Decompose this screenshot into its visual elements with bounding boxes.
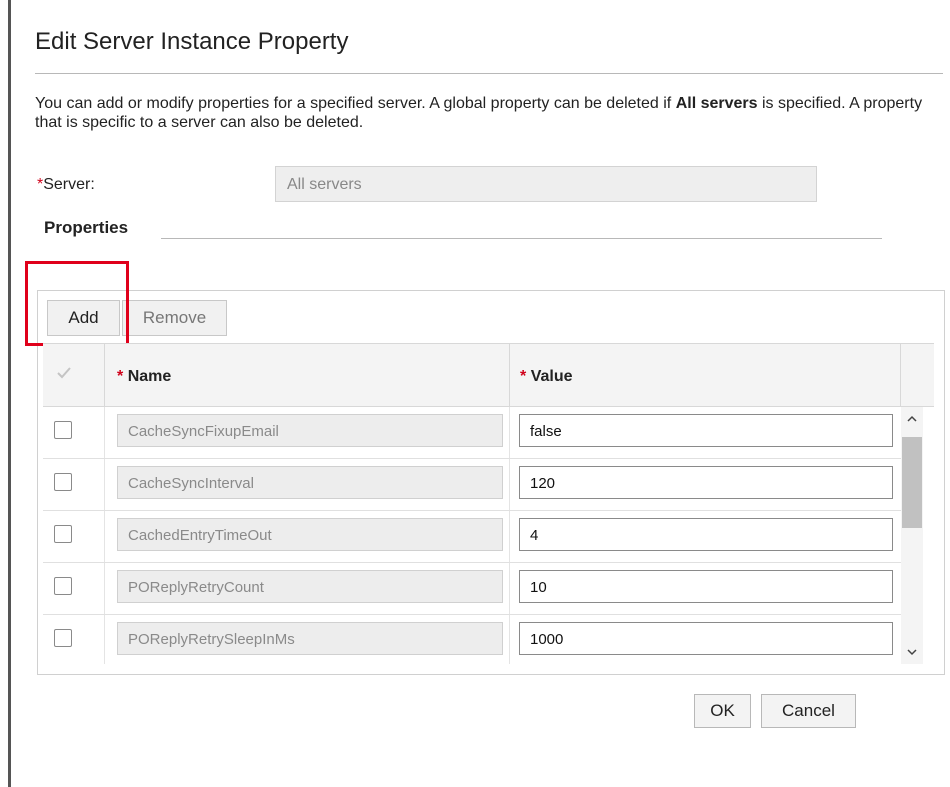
property-value-input[interactable]: 10 — [519, 570, 893, 603]
properties-heading: Properties — [44, 218, 129, 237]
table-header: * Name * Value — [43, 343, 934, 407]
chevron-down-icon[interactable] — [901, 643, 923, 663]
scrollbar-thumb[interactable] — [902, 437, 922, 528]
property-name-field: POReplyRetrySleepInMs — [117, 622, 503, 655]
table-row: CachedEntryTimeOut 4 — [43, 511, 901, 563]
server-label: *Server: — [37, 176, 95, 194]
property-name-field: CacheSyncFixupEmail — [117, 414, 503, 447]
table-row: POReplyRetryCount 10 — [43, 563, 901, 615]
row-checkbox[interactable] — [54, 473, 72, 491]
add-button[interactable]: Add — [47, 300, 120, 336]
header-separator — [900, 344, 901, 406]
column-header-value: * Value — [520, 368, 573, 385]
dialog-title: Edit Server Instance Property — [35, 28, 349, 55]
table-row: CacheSyncInterval 120 — [43, 459, 901, 511]
description-text-1: You can add or modify properties for a s… — [35, 95, 676, 112]
server-label-text: Server: — [43, 176, 95, 193]
property-value-input[interactable]: 120 — [519, 466, 893, 499]
property-name-field: CacheSyncInterval — [117, 466, 503, 499]
row-checkbox[interactable] — [54, 629, 72, 647]
table-row: CacheSyncFixupEmail false — [43, 407, 901, 459]
checkmark-icon[interactable] — [57, 366, 71, 385]
table-body: CacheSyncFixupEmail false CacheSyncInter… — [43, 407, 901, 664]
cancel-button[interactable]: Cancel — [761, 694, 856, 728]
properties-divider — [161, 238, 882, 239]
property-name-field: POReplyRetryCount — [117, 570, 503, 603]
property-name-field: CachedEntryTimeOut — [117, 518, 503, 551]
header-separator — [509, 344, 510, 406]
remove-button[interactable]: Remove — [122, 300, 227, 336]
property-value-input[interactable]: false — [519, 414, 893, 447]
header-separator — [104, 344, 105, 406]
server-field: All servers — [275, 166, 817, 202]
row-checkbox[interactable] — [54, 577, 72, 595]
property-value-input[interactable]: 4 — [519, 518, 893, 551]
row-checkbox[interactable] — [54, 421, 72, 439]
property-value-input[interactable]: 1000 — [519, 622, 893, 655]
description-bold: All servers — [675, 95, 758, 112]
chevron-up-icon[interactable] — [901, 409, 923, 429]
title-divider — [35, 73, 943, 74]
left-border — [8, 0, 11, 787]
table-row: POReplyRetrySleepInMs 1000 — [43, 615, 901, 664]
column-header-name: * Name — [117, 368, 172, 385]
dialog-description: You can add or modify properties for a s… — [35, 94, 940, 132]
row-checkbox[interactable] — [54, 525, 72, 543]
ok-button[interactable]: OK — [694, 694, 751, 728]
table-scrollbar[interactable] — [901, 407, 923, 664]
